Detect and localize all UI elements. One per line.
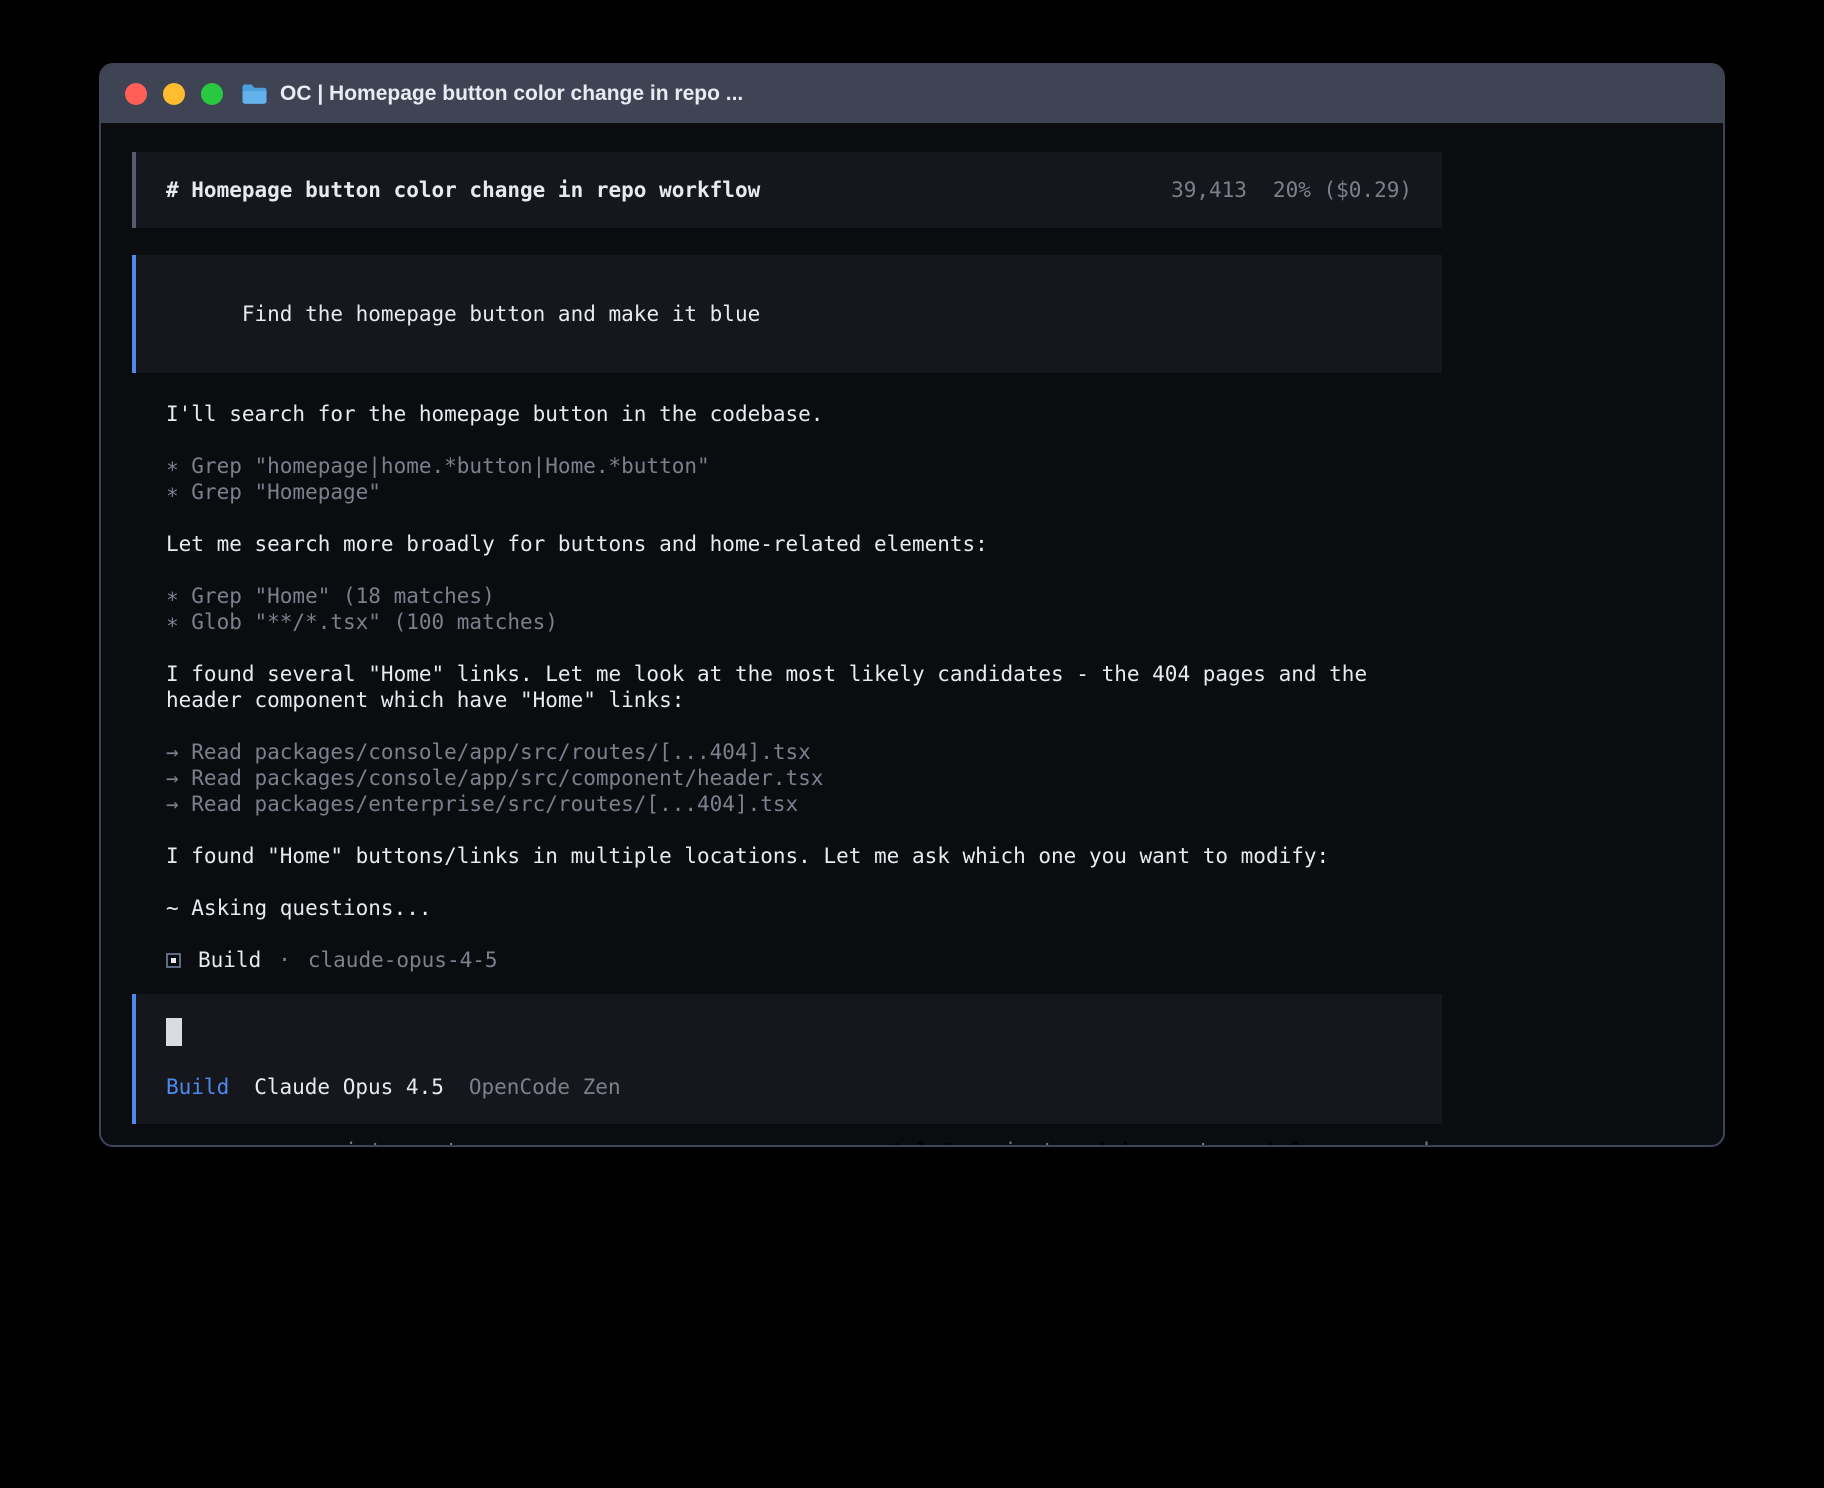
terminal-content: # Homepage button color change in repo w… <box>101 123 1442 1147</box>
assistant-text-block: I found several "Home" links. Let me loo… <box>132 661 1442 713</box>
tool-call-block: → Read packages/console/app/src/routes/[… <box>132 739 1442 817</box>
hint-key: ctrl+t <box>878 1138 954 1147</box>
folder-icon <box>241 83 268 105</box>
status-bar: ········ esc interrupt ctrl+t variants tab… <box>132 1138 1442 1147</box>
input-mode[interactable]: Build <box>166 1074 229 1100</box>
hint-label: variants <box>966 1138 1067 1147</box>
assistant-text-block: I found "Home" buttons/links in multiple… <box>132 843 1442 869</box>
agent-status-icon <box>166 953 181 968</box>
input-provider: OpenCode Zen <box>469 1074 621 1100</box>
tool-call-block: ∗ Grep "Home" (18 matches) ∗ Glob "**/*.… <box>132 583 1442 635</box>
transcript: I'll search for the homepage button in t… <box>132 401 1442 921</box>
context-usage: 20% ($0.29) <box>1273 178 1412 202</box>
tool-call-block: ∗ Grep "homepage|home.*button|Home.*butt… <box>132 453 1442 505</box>
assistant-line: I found several "Home" links. Let me loo… <box>166 661 1442 687</box>
hint-commands: ctrl+p commands <box>1253 1138 1442 1147</box>
tool-call-line: ∗ Grep "Homepage" <box>166 479 1442 505</box>
hint-label: commands <box>1341 1138 1442 1147</box>
tool-call-line: ∗ Glob "**/*.tsx" (100 matches) <box>166 609 1442 635</box>
user-message: Find the homepage button and make it blu… <box>132 255 1442 373</box>
separator-dot: · <box>278 948 291 972</box>
hint-label: interrupt <box>345 1138 459 1147</box>
agent-status-row: Build · claude-opus-4-5 <box>166 947 1476 973</box>
hint-interrupt: esc interrupt <box>295 1138 459 1147</box>
tool-call-line: → Read packages/console/app/src/routes/[… <box>166 739 1442 765</box>
session-header: # Homepage button color change in repo w… <box>132 152 1442 228</box>
hint-key: ctrl+p <box>1253 1138 1329 1147</box>
hint-variants: ctrl+t variants <box>878 1138 1067 1147</box>
hint-key: esc <box>295 1138 333 1147</box>
progress-dots: ········ <box>142 1138 269 1147</box>
prompt-input[interactable]: Build Claude Opus 4.5 OpenCode Zen <box>132 994 1442 1124</box>
window-title: OC | Homepage button color change in rep… <box>280 82 743 106</box>
assistant-line: I'll search for the homepage button in t… <box>166 401 1442 427</box>
assistant-text-block: I'll search for the homepage button in t… <box>132 401 1442 427</box>
assistant-text-block: ~ Asking questions... <box>132 895 1442 921</box>
session-stats: 39,413 20% ($0.29) <box>1171 178 1412 202</box>
input-model[interactable]: Claude Opus 4.5 <box>254 1074 444 1100</box>
agent-name: Build <box>198 948 261 972</box>
traffic-lights <box>125 83 223 105</box>
zoom-button[interactable] <box>201 83 223 105</box>
hint-agents: tab agents <box>1097 1138 1223 1147</box>
user-message-text: Find the homepage button and make it blu… <box>242 302 760 326</box>
assistant-line: header component which have "Home" links… <box>166 687 1442 713</box>
tool-call-line: ∗ Grep "Home" (18 matches) <box>166 583 1442 609</box>
session-title: # Homepage button color change in repo w… <box>166 178 760 202</box>
tool-call-line: → Read packages/enterprise/src/routes/[.… <box>166 791 1442 817</box>
hint-label: agents <box>1147 1138 1223 1147</box>
text-cursor <box>166 1018 182 1046</box>
tool-call-line: → Read packages/console/app/src/componen… <box>166 765 1442 791</box>
tool-call-line: ∗ Grep "homepage|home.*button|Home.*butt… <box>166 453 1442 479</box>
input-meta-row: Build Claude Opus 4.5 OpenCode Zen <box>166 1074 1412 1100</box>
hint-key: tab <box>1097 1138 1135 1147</box>
terminal-window: OC | Homepage button color change in rep… <box>99 63 1725 1147</box>
close-button[interactable] <box>125 83 147 105</box>
assistant-line: I found "Home" buttons/links in multiple… <box>166 843 1442 869</box>
agent-model: claude-opus-4-5 <box>308 948 498 972</box>
input-line[interactable] <box>166 1018 1412 1050</box>
assistant-line: Let me search more broadly for buttons a… <box>166 531 1442 557</box>
minimize-button[interactable] <box>163 83 185 105</box>
token-count: 39,413 <box>1171 178 1247 202</box>
titlebar[interactable]: OC | Homepage button color change in rep… <box>101 65 1723 123</box>
assistant-line: ~ Asking questions... <box>166 895 1442 921</box>
assistant-text-block: Let me search more broadly for buttons a… <box>132 531 1442 557</box>
